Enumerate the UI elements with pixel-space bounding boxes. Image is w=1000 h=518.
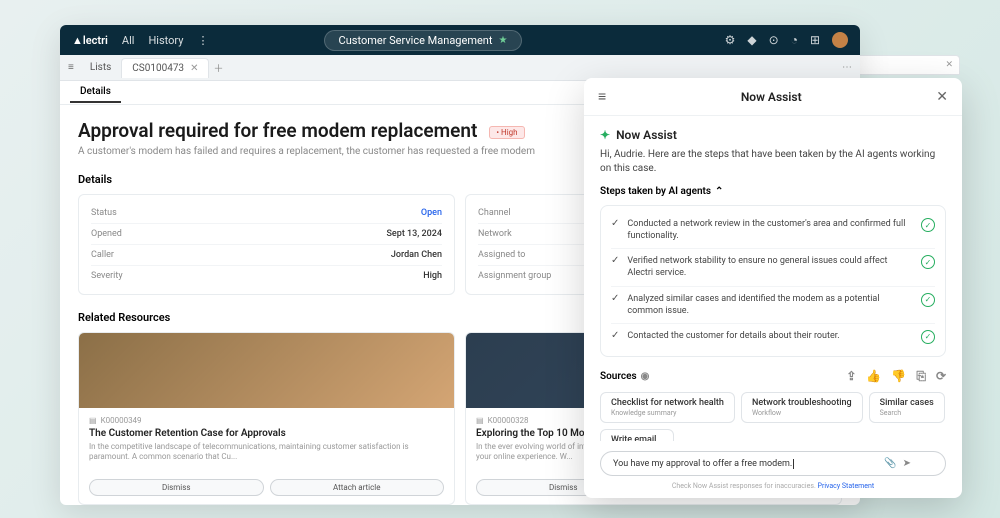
tab-close-icon[interactable]: ✕ bbox=[190, 63, 198, 74]
star-icon: ★ bbox=[498, 35, 507, 46]
tab-add-icon[interactable]: ＋ bbox=[213, 60, 223, 75]
source-chips: Checklist for network healthKnowledge su… bbox=[600, 392, 946, 441]
resource-image-1 bbox=[79, 333, 454, 408]
chevron-up-icon: ⌃ bbox=[715, 186, 723, 197]
workspace-pill[interactable]: Customer Service Management ★ bbox=[324, 30, 523, 51]
tab-case-active[interactable]: CS0100473 ✕ bbox=[121, 58, 209, 78]
hamburger-icon[interactable]: ≡ bbox=[68, 62, 74, 73]
status-done-icon: ✓ bbox=[921, 218, 935, 232]
logo: ▲lectri bbox=[72, 34, 108, 47]
assist-brand: ✦ Now Assist bbox=[600, 128, 946, 142]
thumbs-up-icon[interactable]: 👍 bbox=[866, 369, 881, 384]
step-2: ✓Verified network stability to ensure no… bbox=[611, 249, 935, 286]
status-done-icon: ✓ bbox=[921, 255, 935, 269]
chip-troubleshooting[interactable]: Network troubleshootingWorkflow bbox=[741, 392, 863, 423]
assist-menu-icon[interactable]: ≡ bbox=[598, 88, 606, 105]
status-done-icon: ✓ bbox=[921, 293, 935, 307]
doc-icon: ▤ bbox=[476, 416, 484, 425]
thumbs-down-icon[interactable]: 👎 bbox=[891, 369, 906, 384]
grid-icon[interactable]: ⊞ bbox=[810, 33, 820, 47]
avatar[interactable] bbox=[832, 32, 848, 48]
sparkle-icon: ✦ bbox=[600, 128, 610, 142]
tab-lists[interactable]: Lists bbox=[80, 58, 121, 77]
resource-meta-1: ▤K00000349 bbox=[89, 416, 444, 425]
share-icon[interactable]: ⇪ bbox=[846, 369, 856, 384]
check-icon: ✓ bbox=[611, 330, 619, 341]
copy-icon[interactable]: ⎘ bbox=[916, 369, 926, 384]
step-1: ✓Conducted a network review in the custo… bbox=[611, 212, 935, 249]
resource-title-1: The Customer Retention Case for Approval… bbox=[89, 428, 444, 439]
detail-status: StatusOpen bbox=[91, 203, 442, 224]
bell-icon[interactable]: ◔ bbox=[791, 33, 798, 47]
steps-toggle[interactable]: Steps taken by AI agents ⌃ bbox=[600, 186, 946, 197]
detail-caller: CallerJordan Chen bbox=[91, 245, 442, 266]
help-icon[interactable]: ⊙ bbox=[769, 33, 779, 47]
assist-header-title: Now Assist bbox=[606, 90, 936, 104]
page-title: Approval required for free modem replace… bbox=[78, 119, 477, 142]
assist-input-row: You have my approval to offer a free mod… bbox=[584, 441, 962, 482]
detail-opened: OpenedSept 13, 2024 bbox=[91, 224, 442, 245]
gear-icon[interactable]: ⚙ bbox=[725, 33, 736, 47]
sources-row: Sources ◉ ⇪ 👍 👎 ⎘ ⟳ bbox=[600, 369, 946, 384]
assist-footer: Check Now Assist responses for inaccurac… bbox=[584, 482, 962, 498]
sources-count-icon: ◉ bbox=[641, 371, 650, 382]
chip-similar-cases[interactable]: Similar casesSearch bbox=[869, 392, 945, 423]
close-icon[interactable]: ✕ bbox=[945, 60, 953, 70]
assist-body: ✦ Now Assist Hi, Audrie. Here are the st… bbox=[584, 116, 962, 441]
nav-more-icon[interactable]: ⋮ bbox=[197, 34, 208, 47]
steps-card: ✓Conducted a network review in the custo… bbox=[600, 205, 946, 357]
assist-greeting: Hi, Audrie. Here are the steps that have… bbox=[600, 148, 946, 176]
check-icon: ✓ bbox=[611, 255, 619, 266]
resource-desc-1: In the competitive landscape of telecomm… bbox=[89, 442, 444, 463]
attachment-icon[interactable]: 📎 bbox=[884, 458, 896, 469]
nav-all[interactable]: All bbox=[122, 34, 135, 47]
attach-button-1[interactable]: Attach article bbox=[270, 479, 445, 496]
resource-card-1[interactable]: ▤K00000349 The Customer Retention Case f… bbox=[78, 332, 455, 505]
status-done-icon: ✓ bbox=[921, 330, 935, 344]
now-assist-panel: ≡ Now Assist ✕ ✦ Now Assist Hi, Audrie. … bbox=[584, 78, 962, 498]
priority-badge: • High bbox=[489, 126, 524, 139]
dismiss-button-1[interactable]: Dismiss bbox=[89, 479, 264, 496]
step-3: ✓Analyzed similar cases and identified t… bbox=[611, 287, 935, 324]
nav-history[interactable]: History bbox=[148, 34, 183, 47]
sub-tab-details[interactable]: Details bbox=[70, 82, 121, 103]
location-icon[interactable]: ◆ bbox=[747, 33, 756, 47]
privacy-link[interactable]: Privacy Statement bbox=[818, 482, 875, 490]
tab-more-icon[interactable]: ⋯ bbox=[842, 62, 852, 73]
details-card-left: StatusOpen OpenedSept 13, 2024 CallerJor… bbox=[78, 194, 455, 295]
send-icon[interactable]: ➤ bbox=[903, 458, 911, 469]
assist-close-icon[interactable]: ✕ bbox=[936, 89, 948, 105]
doc-icon: ▤ bbox=[89, 416, 97, 425]
chip-checklist[interactable]: Checklist for network healthKnowledge su… bbox=[600, 392, 735, 423]
top-bar: ▲lectri All History ⋮ Customer Service M… bbox=[60, 25, 860, 55]
chip-write-email[interactable]: Write emailEmail generation bbox=[600, 429, 674, 441]
refresh-icon[interactable]: ⟳ bbox=[936, 369, 946, 384]
assist-header: ≡ Now Assist ✕ bbox=[584, 78, 962, 116]
check-icon: ✓ bbox=[611, 218, 619, 229]
detail-severity: SeverityHigh bbox=[91, 266, 442, 286]
assist-input[interactable]: You have my approval to offer a free mod… bbox=[600, 451, 946, 476]
check-icon: ✓ bbox=[611, 293, 619, 304]
step-4: ✓Contacted the customer for details abou… bbox=[611, 324, 935, 350]
